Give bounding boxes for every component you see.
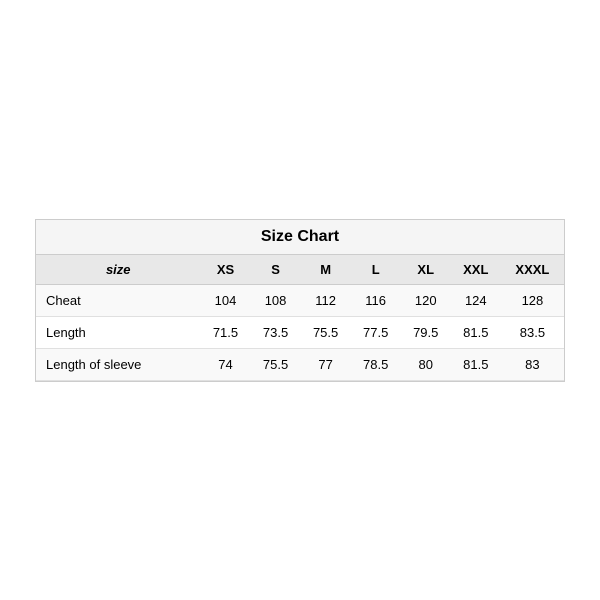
- header-row: sizeXSSMLXLXXLXXXL: [36, 255, 564, 285]
- size-table: sizeXSSMLXLXXLXXXL Cheat1041081121161201…: [36, 255, 564, 381]
- cell-1-1: 73.5: [251, 316, 301, 348]
- cell-1-6: 83.5: [501, 316, 564, 348]
- cell-1-3: 77.5: [351, 316, 401, 348]
- header-cell-6: XXL: [451, 255, 501, 285]
- table-row: Length of sleeve7475.57778.58081.583: [36, 348, 564, 380]
- row-label-2: Length of sleeve: [36, 348, 200, 380]
- cell-0-4: 120: [401, 284, 451, 316]
- chart-title: Size Chart: [261, 228, 339, 245]
- cell-2-4: 80: [401, 348, 451, 380]
- cell-2-0: 74: [200, 348, 250, 380]
- cell-0-0: 104: [200, 284, 250, 316]
- chart-title-row: Size Chart: [36, 220, 564, 255]
- table-row: Length71.573.575.577.579.581.583.5: [36, 316, 564, 348]
- cell-0-2: 112: [301, 284, 351, 316]
- header-cell-2: S: [251, 255, 301, 285]
- header-cell-0: size: [36, 255, 200, 285]
- cell-1-2: 75.5: [301, 316, 351, 348]
- size-chart-container: Size Chart sizeXSSMLXLXXLXXXL Cheat10410…: [35, 219, 565, 382]
- cell-1-5: 81.5: [451, 316, 501, 348]
- header-cell-4: L: [351, 255, 401, 285]
- row-label-0: Cheat: [36, 284, 200, 316]
- cell-2-5: 81.5: [451, 348, 501, 380]
- table-header: sizeXSSMLXLXXLXXXL: [36, 255, 564, 285]
- cell-1-4: 79.5: [401, 316, 451, 348]
- header-cell-3: M: [301, 255, 351, 285]
- cell-0-3: 116: [351, 284, 401, 316]
- header-cell-1: XS: [200, 255, 250, 285]
- cell-2-2: 77: [301, 348, 351, 380]
- row-label-1: Length: [36, 316, 200, 348]
- cell-2-1: 75.5: [251, 348, 301, 380]
- cell-0-6: 128: [501, 284, 564, 316]
- cell-0-1: 108: [251, 284, 301, 316]
- header-cell-5: XL: [401, 255, 451, 285]
- cell-0-5: 124: [451, 284, 501, 316]
- cell-2-6: 83: [501, 348, 564, 380]
- cell-1-0: 71.5: [200, 316, 250, 348]
- header-cell-7: XXXL: [501, 255, 564, 285]
- table-row: Cheat104108112116120124128: [36, 284, 564, 316]
- table-body: Cheat104108112116120124128Length71.573.5…: [36, 284, 564, 380]
- cell-2-3: 78.5: [351, 348, 401, 380]
